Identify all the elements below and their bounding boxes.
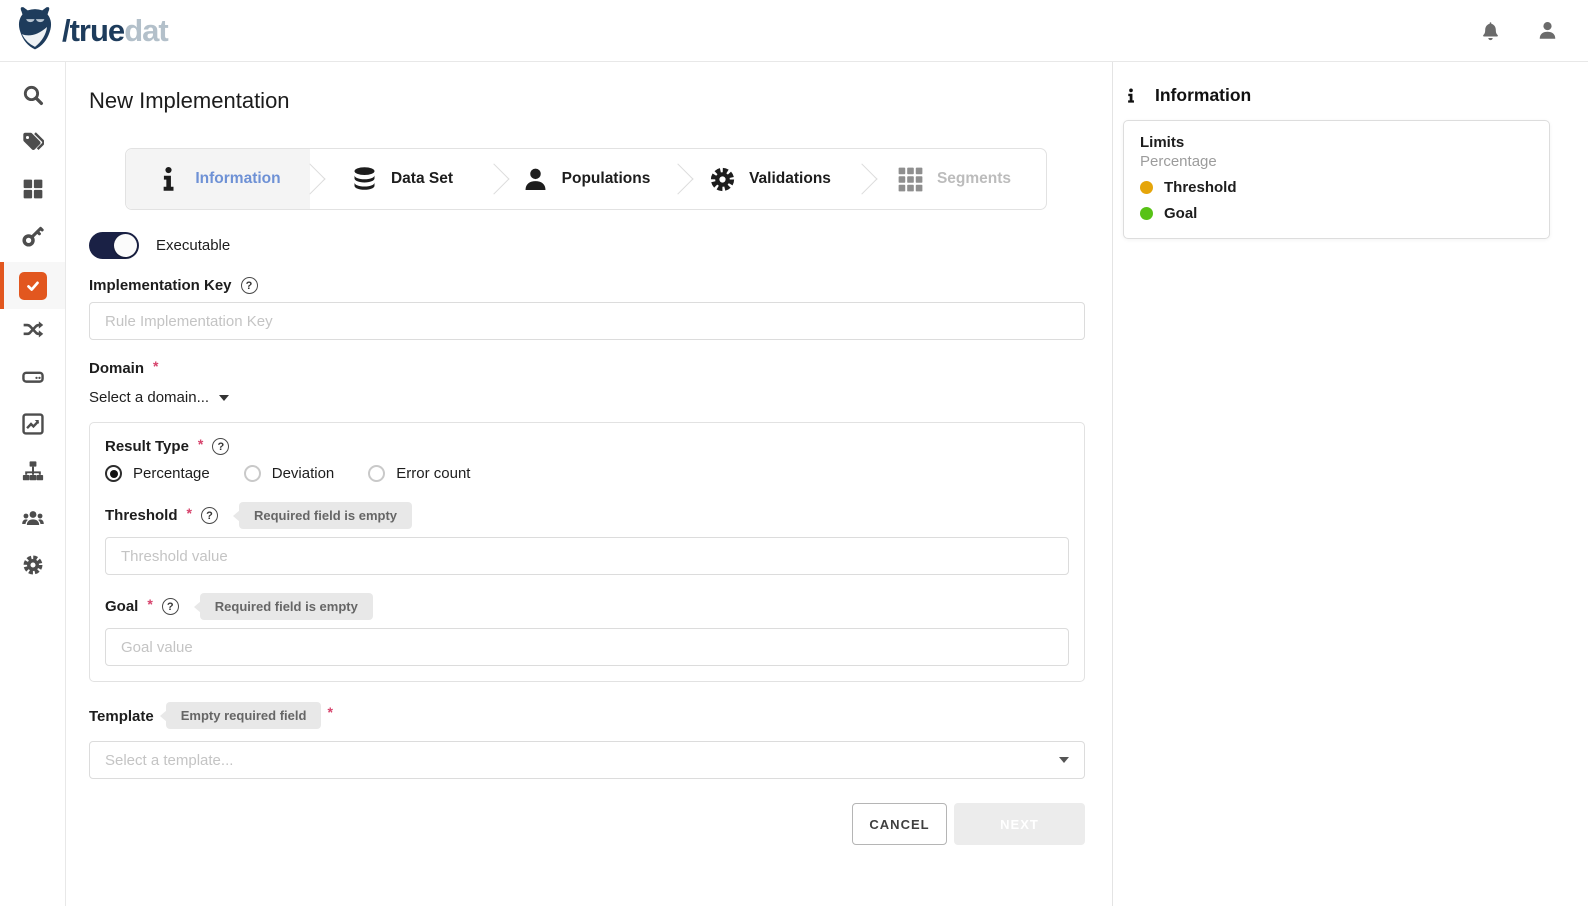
help-icon[interactable] <box>201 507 218 524</box>
step-information[interactable]: Information <box>126 149 310 209</box>
threshold-input[interactable] <box>105 537 1069 575</box>
user-icon <box>522 166 549 193</box>
next-button[interactable]: NEXT <box>954 803 1085 845</box>
radio-error-count[interactable]: Error count <box>368 465 470 482</box>
chevron-down-icon <box>219 395 229 401</box>
sidebar-item-implementations[interactable] <box>0 262 65 309</box>
key-icon <box>22 225 44 252</box>
limit-row-threshold: Threshold <box>1140 179 1533 196</box>
search-icon <box>22 84 44 111</box>
chart-line-icon <box>22 413 44 440</box>
radio-icon <box>368 465 385 482</box>
sidebar-item-tags[interactable] <box>0 121 65 168</box>
required-asterisk: * <box>153 358 158 374</box>
info-panel: Information Limits Percentage Threshold … <box>1114 62 1588 906</box>
threshold-dot-icon <box>1140 181 1153 194</box>
threshold-label: Threshold <box>105 507 178 524</box>
database-icon <box>351 166 378 193</box>
goal-dot-icon <box>1140 207 1153 220</box>
sidebar-item-sources[interactable] <box>0 356 65 403</box>
limits-subtitle: Percentage <box>1140 153 1533 170</box>
step-validations[interactable]: Validations <box>678 149 862 209</box>
template-label: Template <box>89 702 154 731</box>
grid-icon <box>22 178 44 205</box>
top-bar: /truedat <box>0 0 1588 62</box>
help-icon[interactable] <box>241 277 258 294</box>
implementation-key-label: Implementation Key <box>89 277 232 294</box>
limits-card: Limits Percentage Threshold Goal <box>1123 120 1550 239</box>
template-warning-badge: Empty required field <box>166 702 322 729</box>
step-populations[interactable]: Populations <box>494 149 678 209</box>
limit-row-goal: Goal <box>1140 205 1533 222</box>
executable-toggle[interactable] <box>89 232 139 259</box>
check-square-icon <box>19 272 47 300</box>
sidebar-item-modules[interactable] <box>0 168 65 215</box>
sidebar-item-permissions[interactable] <box>0 215 65 262</box>
step-segments: Segments <box>862 149 1046 209</box>
truedat-logo[interactable]: /truedat <box>12 5 168 56</box>
template-select[interactable]: Select a template... <box>89 741 1085 779</box>
sitemap-icon <box>22 460 44 487</box>
wizard-steps: Information Data Set Populations Validat… <box>125 148 1047 210</box>
sidebar-item-settings[interactable] <box>0 544 65 591</box>
cancel-button[interactable]: CANCEL <box>852 803 947 845</box>
chevron-down-icon <box>1059 757 1069 763</box>
sidebar-item-connections[interactable] <box>0 309 65 356</box>
radio-icon <box>244 465 261 482</box>
help-icon[interactable] <box>162 598 179 615</box>
radio-icon <box>105 465 122 482</box>
bell-icon[interactable] <box>1480 20 1501 41</box>
page-title: New Implementation <box>89 86 1112 116</box>
result-type-card: Result Type* Percentage Deviation Error … <box>89 422 1085 682</box>
limits-title: Limits <box>1140 134 1533 151</box>
gear-icon <box>22 554 44 581</box>
owl-logo-icon <box>12 5 58 56</box>
goal-warning-badge: Required field is empty <box>200 593 373 620</box>
goal-label: Goal <box>105 598 138 615</box>
gear-icon <box>709 166 736 193</box>
brand-name: /truedat <box>62 15 168 46</box>
grid9-icon <box>897 166 924 193</box>
info-panel-title: Information <box>1155 85 1251 106</box>
domain-select[interactable]: Select a domain... <box>89 389 229 406</box>
goal-input[interactable] <box>105 628 1069 666</box>
threshold-warning-badge: Required field is empty <box>239 502 412 529</box>
sidebar-item-dashboards[interactable] <box>0 403 65 450</box>
sidebar-item-search[interactable] <box>0 74 65 121</box>
sidebar-item-users[interactable] <box>0 497 65 544</box>
main-content: New Implementation Information Data Set … <box>66 62 1113 906</box>
info-icon <box>1123 87 1139 105</box>
info-icon <box>155 166 182 193</box>
tags-icon <box>22 131 44 158</box>
result-type-options: Percentage Deviation Error count <box>105 465 1069 482</box>
step-data-set[interactable]: Data Set <box>310 149 494 209</box>
sidebar-item-structures[interactable] <box>0 450 65 497</box>
implementation-key-input[interactable] <box>89 302 1085 340</box>
toggle-knob <box>114 234 137 257</box>
executable-label: Executable <box>156 237 230 254</box>
help-icon[interactable] <box>212 438 229 455</box>
hard-drive-icon <box>22 366 44 393</box>
radio-percentage[interactable]: Percentage <box>105 465 210 482</box>
user-icon[interactable] <box>1537 20 1558 41</box>
left-nav <box>0 62 66 906</box>
shuffle-icon <box>22 319 44 346</box>
radio-deviation[interactable]: Deviation <box>244 465 335 482</box>
domain-label: Domain <box>89 360 144 377</box>
result-type-label: Result Type <box>105 438 189 455</box>
users-icon <box>22 507 44 534</box>
